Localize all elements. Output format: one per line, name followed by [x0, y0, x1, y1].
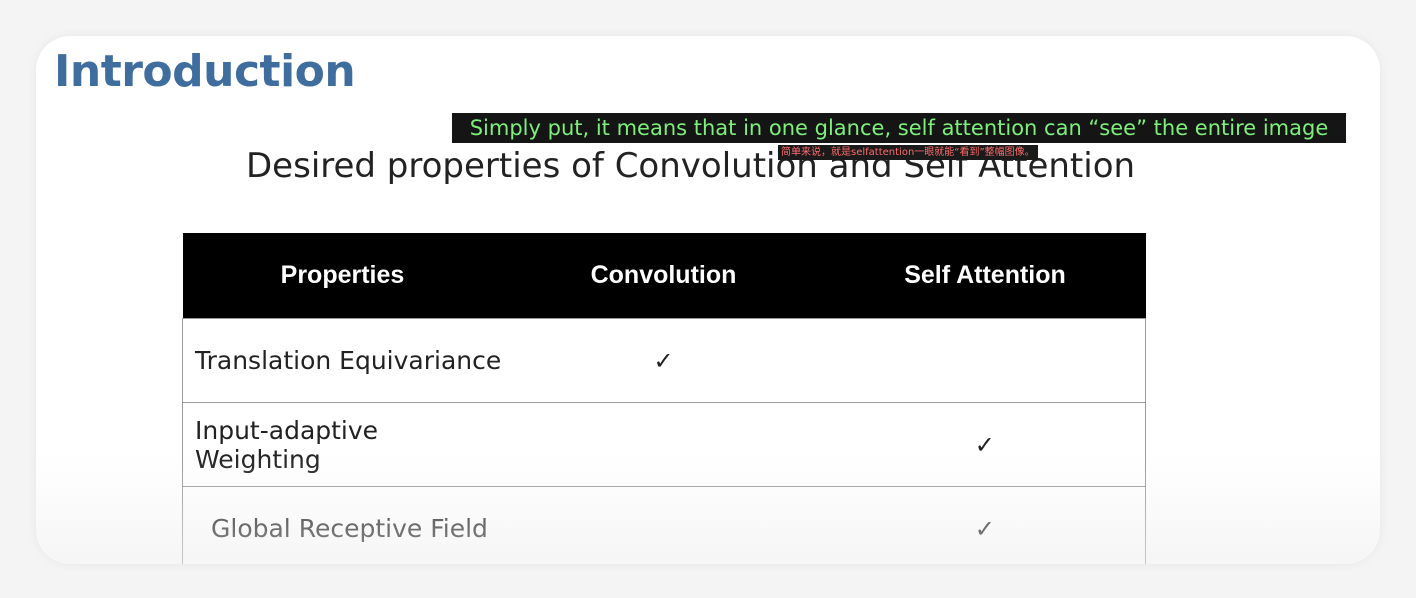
- checkmark-icon: ✓: [502, 318, 825, 403]
- property-translation-equivariance: Translation Equivariance: [182, 318, 503, 403]
- slide-frame: Introduction Desired properties of Convo…: [36, 36, 1380, 564]
- header-self-attention: Self Attention: [824, 233, 1146, 319]
- table-row: Input-adaptive Weighting ✓: [182, 402, 1146, 487]
- property-global-receptive-field: Global Receptive Field: [182, 486, 503, 564]
- self-attention-cell: [824, 318, 1146, 403]
- property-input-adaptive-weighting: Input-adaptive Weighting: [182, 402, 503, 487]
- slide-title: Introduction: [54, 46, 356, 97]
- subtitle-chinese: 简单来说，就是selfattention一眼就能“看到”整幅图像。: [778, 145, 1038, 160]
- table-row: Global Receptive Field ✓: [182, 486, 1146, 564]
- convolution-cell: [502, 402, 825, 487]
- table-row: Translation Equivariance ✓: [182, 318, 1146, 403]
- convolution-cell: [502, 486, 825, 564]
- checkmark-icon: ✓: [824, 402, 1146, 487]
- table-header-row: Properties Convolution Self Attention: [182, 233, 1146, 319]
- header-convolution: Convolution: [502, 233, 825, 319]
- header-properties: Properties: [182, 233, 503, 319]
- subtitle-english: Simply put, it means that in one glance,…: [452, 113, 1346, 143]
- checkmark-icon: ✓: [824, 486, 1146, 564]
- properties-table: Properties Convolution Self Attention Tr…: [182, 233, 1146, 564]
